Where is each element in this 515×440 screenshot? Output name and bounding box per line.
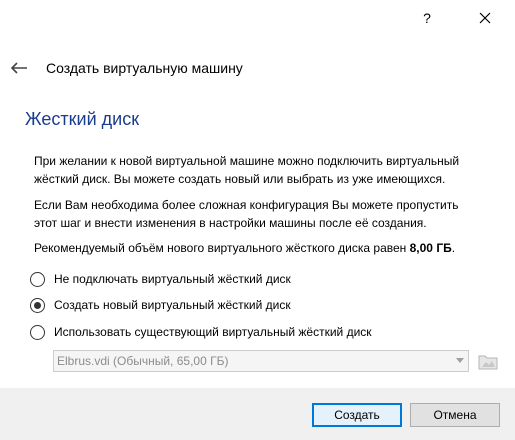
page-title: Жесткий диск — [25, 109, 140, 129]
folder-icon — [478, 355, 498, 370]
back-arrow-icon — [10, 62, 27, 74]
cancel-button[interactable]: Отмена — [410, 403, 500, 427]
help-button[interactable]: ? — [404, 0, 450, 36]
description-paragraph-1: При желании к новой виртуальной машине м… — [34, 152, 504, 188]
recommended-size-value: 8,00 ГБ — [409, 241, 452, 255]
radio-create-new-disk[interactable]: Создать новый виртуальный жёсткий диск — [30, 295, 291, 315]
chevron-down-icon — [456, 358, 464, 363]
close-button[interactable] — [462, 0, 508, 36]
description-line: жёсткий диск. Вы можете создать новый ил… — [34, 172, 446, 186]
existing-disk-select[interactable]: Elbrus.vdi (Обычный, 65,00 ГБ) — [53, 350, 469, 372]
wizard-title: Создать виртуальную машину — [46, 60, 243, 76]
radio-button[interactable] — [30, 324, 45, 340]
existing-disk-value: Elbrus.vdi (Обычный, 65,00 ГБ) — [57, 354, 229, 368]
choose-disk-button[interactable] — [476, 349, 500, 373]
description-line: этот шаг и внести изменения в настройки … — [34, 216, 427, 230]
wizard-header: Создать виртуальную машину — [0, 52, 515, 84]
close-icon — [479, 12, 491, 24]
radio-button[interactable] — [30, 297, 45, 313]
radio-no-disk[interactable]: Не подключать виртуальный жёсткий диск — [30, 269, 291, 289]
radio-use-existing-disk[interactable]: Использовать существующий виртуальный жё… — [30, 322, 372, 342]
radio-button[interactable] — [30, 271, 45, 287]
radio-label: Не подключать виртуальный жёсткий диск — [54, 272, 291, 286]
create-button[interactable]: Создать — [312, 403, 402, 427]
radio-label: Использовать существующий виртуальный жё… — [54, 325, 372, 339]
recommended-size-text: Рекомендуемый объём нового виртуального … — [34, 241, 455, 255]
recommend-suffix: . — [451, 241, 456, 255]
recommend-prefix: Рекомендуемый объём нового виртуального … — [34, 241, 410, 255]
description-line: При желании к новой виртуальной машине м… — [34, 154, 460, 168]
description-line: Если Вам необходима более сложная конфиг… — [34, 198, 459, 212]
radio-label: Создать новый виртуальный жёсткий диск — [54, 298, 291, 312]
back-button[interactable] — [8, 58, 30, 78]
description-paragraph-2: Если Вам необходима более сложная конфиг… — [34, 196, 504, 232]
